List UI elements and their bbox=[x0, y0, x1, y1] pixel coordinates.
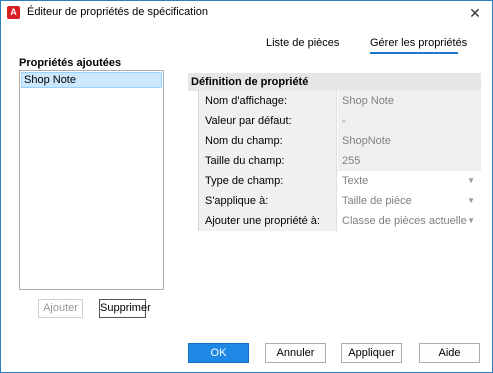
row-display-name: Nom d'affichage: Shop Note bbox=[199, 91, 481, 111]
row-label: Nom du champ: bbox=[199, 131, 337, 151]
ok-button[interactable]: OK bbox=[188, 343, 249, 363]
default-value-value: - bbox=[338, 111, 481, 131]
row-label: Ajouter une propriété à: bbox=[199, 211, 337, 231]
apply-button[interactable]: Appliquer bbox=[341, 343, 402, 363]
applies-to-selected: Taille de pièce bbox=[342, 195, 412, 207]
list-item[interactable]: Shop Note bbox=[21, 72, 162, 88]
window-title: Éditeur de propriétés de spécification bbox=[27, 6, 208, 18]
row-default-value: Valeur par défaut: - bbox=[199, 111, 481, 131]
property-definition-panel: Définition de propriété Nom d'affichage:… bbox=[188, 73, 481, 235]
row-label: Type de champ: bbox=[199, 171, 337, 191]
tab-strip: Liste de pièces Gérer les propriétés bbox=[1, 37, 492, 55]
title-bar: A Éditeur de propriétés de spécification… bbox=[1, 1, 492, 25]
field-type-selected: Texte bbox=[342, 175, 369, 187]
autocad-app-icon: A bbox=[7, 6, 20, 19]
row-add-property-to: Ajouter une propriété à: Classe de pièce… bbox=[199, 211, 481, 231]
row-label: Valeur par défaut: bbox=[199, 111, 337, 131]
remove-button[interactable]: Supprimer bbox=[99, 299, 151, 318]
applies-to-dropdown[interactable]: Taille de pièce ▼ bbox=[338, 191, 481, 211]
chevron-down-icon[interactable]: ▼ bbox=[467, 191, 475, 211]
row-field-name: Nom du champ: ShopNote bbox=[199, 131, 481, 151]
dialog-window: A Éditeur de propriétés de spécification… bbox=[0, 0, 493, 373]
row-label: Taille du champ: bbox=[199, 151, 337, 171]
added-properties-list[interactable]: Shop Note bbox=[19, 70, 164, 290]
display-name-value: Shop Note bbox=[338, 91, 481, 111]
row-field-type: Type de champ: Texte ▼ bbox=[199, 171, 481, 191]
active-tab-indicator bbox=[370, 52, 458, 54]
tab-liste-de-pieces[interactable]: Liste de pièces bbox=[266, 37, 339, 49]
added-properties-title: Propriétés ajoutées bbox=[19, 57, 122, 69]
row-field-size: Taille du champ: 255 bbox=[199, 151, 481, 171]
field-type-dropdown[interactable]: Texte ▼ bbox=[338, 171, 481, 191]
add-button[interactable]: Ajouter bbox=[38, 299, 83, 318]
property-grid: Nom d'affichage: Shop Note Valeur par dé… bbox=[198, 91, 481, 231]
row-label: Nom d'affichage: bbox=[199, 91, 337, 111]
field-size-value: 255 bbox=[338, 151, 481, 171]
chevron-down-icon[interactable]: ▼ bbox=[467, 211, 475, 231]
close-icon[interactable]: ✕ bbox=[462, 2, 488, 24]
row-label: S'applique à: bbox=[199, 191, 337, 211]
property-definition-header: Définition de propriété bbox=[188, 73, 481, 91]
chevron-down-icon[interactable]: ▼ bbox=[467, 171, 475, 191]
field-name-value: ShopNote bbox=[338, 131, 481, 151]
add-property-to-selected: Classe de pièces actuelle bbox=[342, 215, 467, 227]
help-button[interactable]: Aide bbox=[419, 343, 480, 363]
row-applies-to: S'applique à: Taille de pièce ▼ bbox=[199, 191, 481, 211]
add-property-to-dropdown[interactable]: Classe de pièces actuelle ▼ bbox=[338, 211, 481, 231]
tab-gerer-les-proprietes[interactable]: Gérer les propriétés bbox=[370, 37, 467, 49]
cancel-button[interactable]: Annuler bbox=[265, 343, 326, 363]
